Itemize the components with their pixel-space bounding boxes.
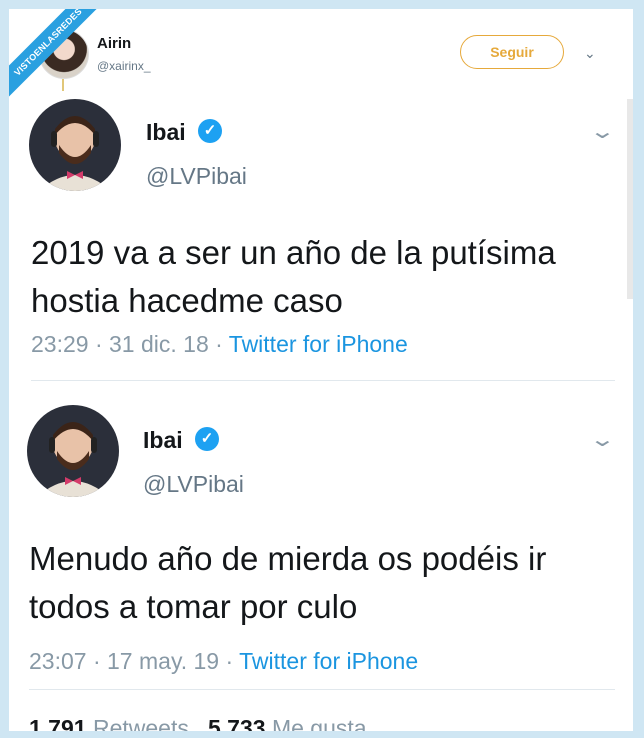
tweet-date[interactable]: 31 dic. 18 (109, 331, 209, 357)
tweet-text: Menudo año de mierda os podéis ir todos … (29, 540, 547, 625)
tweet-source-link[interactable]: Twitter for iPhone (239, 648, 418, 674)
avatar-image (27, 405, 119, 497)
divider (31, 380, 615, 381)
author-handle[interactable]: @LVPibai (143, 471, 244, 498)
tweet-time[interactable]: 23:07 (29, 648, 87, 674)
avatar-image (29, 99, 121, 191)
avatar[interactable] (29, 99, 121, 191)
tweet-meta: 23:07 · 17 may. 19 · Twitter for iPhone (29, 648, 419, 674)
tweet-text: 2019 va a ser un año de la putísima host… (31, 234, 556, 319)
thread-line (62, 79, 64, 91)
author-handle[interactable]: @LVPibai (146, 163, 247, 190)
chevron-down-icon[interactable]: ⌄ (589, 427, 616, 452)
likes-count[interactable]: 5.733 (208, 715, 266, 731)
chevron-down-icon[interactable]: ⌄ (584, 45, 596, 62)
likes-label[interactable]: Me gusta (272, 715, 367, 731)
author-name[interactable]: Ibai (143, 427, 183, 454)
tweet-stats: 1.791 Retweets 5.733 Me gusta (29, 715, 367, 731)
author-name[interactable]: Ibai (146, 119, 186, 146)
divider (29, 689, 615, 690)
tweet-date[interactable]: 17 may. 19 (107, 648, 219, 674)
chevron-down-icon[interactable]: ⌄ (589, 119, 616, 144)
screenshot-frame: VISTOENLASREDES Airin @xairinx_ Seguir ⌄… (9, 9, 633, 731)
author-handle[interactable]: @xairinx_ (97, 59, 151, 73)
retweets-label[interactable]: Retweets (93, 715, 189, 731)
verified-badge-icon: ✓ (198, 119, 222, 143)
avatar[interactable] (27, 405, 119, 497)
author-name[interactable]: Airin (97, 35, 131, 52)
verified-badge-icon: ✓ (195, 427, 219, 451)
retweets-count[interactable]: 1.791 (29, 715, 87, 731)
tweet-meta: 23:29 · 31 dic. 18 · Twitter for iPhone (31, 331, 408, 357)
tweet-source-link[interactable]: Twitter for iPhone (229, 331, 408, 357)
embedding-tweet-header: Airin @xairinx_ Seguir ⌄ (9, 9, 633, 91)
scrollbar[interactable] (627, 99, 633, 299)
follow-button[interactable]: Seguir (460, 35, 564, 69)
tweet-time[interactable]: 23:29 (31, 331, 89, 357)
